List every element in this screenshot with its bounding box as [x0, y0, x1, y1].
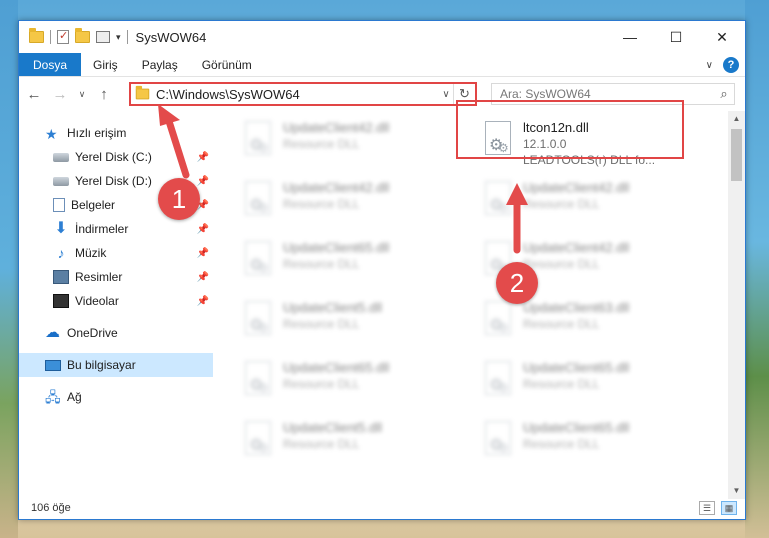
arrow-2-head	[506, 183, 528, 205]
arrow-1-head	[158, 104, 180, 126]
annotation-step-1: 1	[158, 178, 200, 220]
annotation-arrows	[158, 104, 528, 254]
annotation-step-2: 2	[496, 262, 538, 304]
arrow-1-shaft	[164, 114, 190, 179]
